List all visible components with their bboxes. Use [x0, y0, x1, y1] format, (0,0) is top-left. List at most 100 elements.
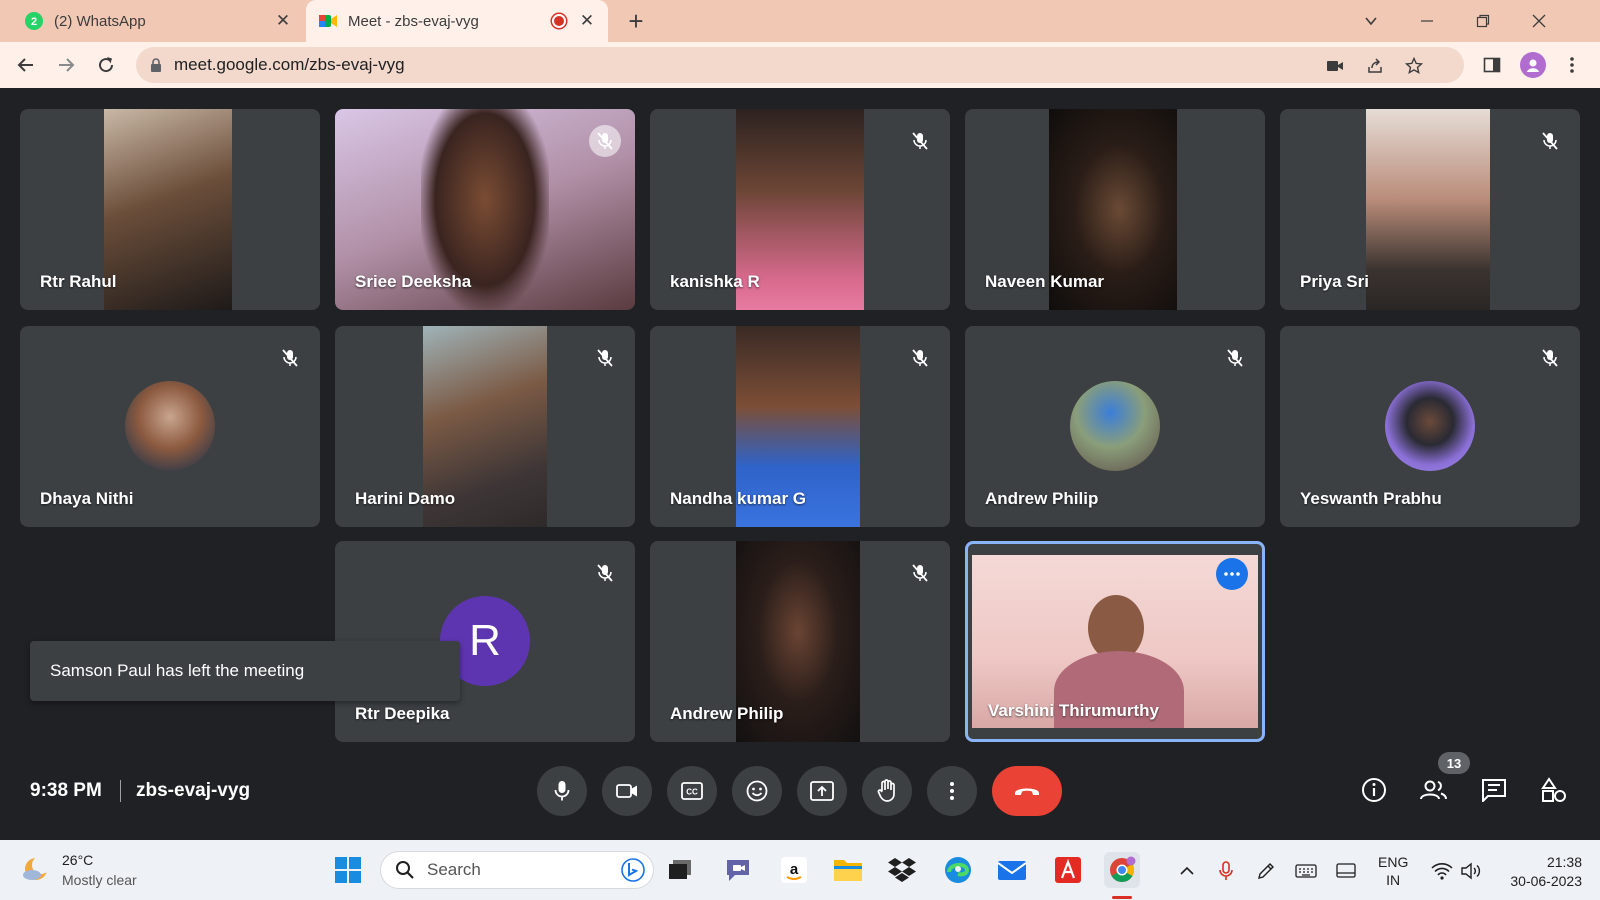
reactions-button[interactable]: [732, 766, 782, 816]
display-icon[interactable]: [1334, 859, 1358, 883]
participant-name: Rtr Deepika: [355, 704, 450, 723]
close-tab-icon[interactable]: ✕: [576, 10, 598, 32]
google-meet-icon: [318, 11, 338, 31]
pen-icon[interactable]: [1254, 859, 1278, 883]
teams-chat-icon[interactable]: [720, 852, 756, 888]
participant-tile[interactable]: kanishka R: [650, 109, 950, 310]
profile-avatar[interactable]: [1520, 52, 1546, 78]
closed-captions-icon: CC: [681, 782, 703, 800]
dropbox-icon[interactable]: [884, 852, 920, 888]
taskbar-search-box[interactable]: Search: [380, 851, 654, 889]
chat-button[interactable]: [1476, 772, 1512, 808]
participant-tile[interactable]: Rtr Rahul: [20, 109, 320, 310]
tab-title: (2) WhatsApp: [54, 12, 146, 30]
more-options-icon[interactable]: [1216, 558, 1248, 590]
tab-meet[interactable]: Meet - zbs-evaj-vyg ✕: [306, 0, 608, 42]
microphone-button[interactable]: [537, 766, 587, 816]
participant-name: Varshini Thirumurthy: [988, 701, 1159, 720]
microphone-in-use-icon[interactable]: [1214, 859, 1238, 883]
participant-tile[interactable]: Nandha kumar G: [650, 326, 950, 527]
chat-icon: [1482, 779, 1506, 802]
participant-avatar: [1070, 381, 1160, 471]
restore-button[interactable]: [1470, 8, 1496, 34]
close-tab-icon[interactable]: ✕: [272, 10, 294, 32]
participant-tile[interactable]: Sriee Deeksha: [335, 109, 635, 310]
raise-hand-icon: [877, 779, 895, 802]
search-placeholder: Search: [427, 860, 481, 879]
tab-whatsapp[interactable]: 2 (2) WhatsApp ✕: [12, 0, 304, 42]
back-arrow-icon[interactable]: [12, 51, 40, 79]
task-view-icon[interactable]: [663, 852, 699, 888]
browser-menu-icon[interactable]: [1558, 51, 1586, 79]
meeting-controls-bar: 9:38 PM zbs-evaj-vyg CC 13: [0, 742, 1600, 840]
mic-off-icon: [904, 125, 936, 157]
participant-tile[interactable]: Andrew Philip: [965, 326, 1265, 527]
whatsapp-icon: 2: [24, 11, 44, 31]
svg-text:CC: CC: [686, 788, 698, 797]
system-clock[interactable]: 21:38 30-06-2023: [1490, 853, 1582, 891]
participant-name: Sriee Deeksha: [355, 272, 472, 291]
wifi-icon[interactable]: [1430, 859, 1454, 883]
weather-widget[interactable]: 26°C Mostly clear: [22, 850, 137, 890]
self-view-tile[interactable]: Varshini Thirumurthy: [965, 541, 1265, 742]
camera-in-use-icon[interactable]: [1324, 55, 1346, 77]
address-bar[interactable]: meet.google.com/zbs-evaj-vyg: [136, 47, 1464, 83]
volume-icon[interactable]: [1460, 859, 1484, 883]
edge-browser-icon[interactable]: [940, 852, 976, 888]
participant-name: Dhaya Nithi: [40, 489, 134, 508]
people-icon: [1420, 780, 1447, 800]
participant-avatar: [125, 381, 215, 471]
notification-toast: Samson Paul has left the meeting: [30, 641, 460, 701]
bookmark-star-icon[interactable]: [1403, 55, 1425, 77]
activities-button[interactable]: [1536, 772, 1572, 808]
participant-name: Yeswanth Prabhu: [1300, 489, 1442, 508]
participant-tile[interactable]: Dhaya Nithi: [20, 326, 320, 527]
weather-temperature: 26°C: [62, 852, 94, 868]
input-language-indicator[interactable]: ENG IN: [1378, 853, 1408, 889]
share-icon[interactable]: [1364, 55, 1386, 77]
present-screen-button[interactable]: [797, 766, 847, 816]
side-panel-icon[interactable]: [1478, 51, 1506, 79]
forward-arrow-icon[interactable]: [52, 51, 80, 79]
chrome-icon[interactable]: [1104, 852, 1140, 888]
mic-off-icon: [1534, 125, 1566, 157]
participant-name: Naveen Kumar: [985, 272, 1105, 291]
browser-toolbar: meet.google.com/zbs-evaj-vyg: [0, 42, 1600, 88]
people-button[interactable]: [1416, 772, 1452, 808]
camera-button[interactable]: [602, 766, 652, 816]
lock-icon[interactable]: [150, 57, 162, 73]
leave-call-button[interactable]: [992, 766, 1062, 816]
raise-hand-button[interactable]: [862, 766, 912, 816]
reload-icon[interactable]: [92, 51, 120, 79]
participant-tile[interactable]: Priya Sri: [1280, 109, 1580, 310]
minimize-button[interactable]: [1414, 8, 1440, 34]
touch-keyboard-icon[interactable]: [1294, 859, 1318, 883]
meeting-details-button[interactable]: [1356, 772, 1392, 808]
participant-tile[interactable]: Yeswanth Prabhu: [1280, 326, 1580, 527]
participant-name: Priya Sri: [1300, 272, 1369, 291]
browser-tab-strip: 2 (2) WhatsApp ✕ Meet - zbs-evaj-vyg ✕ +: [0, 0, 1600, 42]
tab-search-chevron-icon[interactable]: [1358, 8, 1384, 34]
participant-tile[interactable]: Harini Damo: [335, 326, 635, 527]
clock-time: 21:38: [1546, 854, 1582, 870]
new-tab-button[interactable]: +: [622, 6, 650, 36]
participant-tile[interactable]: Naveen Kumar: [965, 109, 1265, 310]
mic-off-icon: [589, 557, 621, 589]
windows-start-icon[interactable]: [330, 852, 366, 888]
bing-icon: [621, 858, 645, 882]
participant-name: Rtr Rahul: [40, 272, 117, 291]
participant-tile[interactable]: Andrew Philip: [650, 541, 950, 742]
mic-off-icon: [1219, 342, 1251, 374]
captions-button[interactable]: CC: [667, 766, 717, 816]
acrobat-icon[interactable]: [1050, 852, 1086, 888]
amazon-icon[interactable]: a: [776, 852, 812, 888]
show-hidden-icons-chevron-icon[interactable]: [1175, 859, 1199, 883]
language-code: ENG: [1378, 854, 1409, 870]
file-explorer-icon[interactable]: [830, 852, 866, 888]
moon-cloud-icon: [23, 856, 50, 880]
more-options-button[interactable]: [927, 766, 977, 816]
mic-off-icon: [589, 125, 621, 157]
participant-name: Harini Damo: [355, 489, 456, 508]
close-window-button[interactable]: [1526, 8, 1552, 34]
mail-icon[interactable]: [994, 852, 1030, 888]
